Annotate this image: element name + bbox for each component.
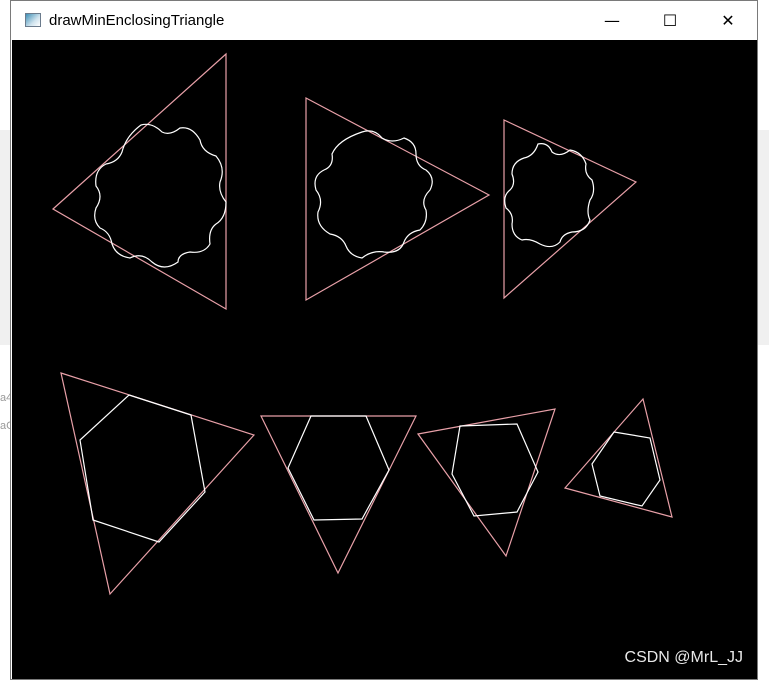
enclosing-triangle — [260, 415, 417, 575]
image-window: drawMinEnclosingTriangle — ☐ ✕ CSDN @MrL… — [10, 0, 758, 680]
gear-contour — [504, 143, 595, 248]
maximize-button[interactable]: ☐ — [641, 1, 699, 39]
enclosing-triangle — [503, 119, 638, 300]
image-svg — [51, 52, 673, 596]
enclosing-triangle — [60, 372, 256, 596]
window-controls: — ☐ ✕ — [583, 1, 757, 39]
hexagon-contour — [451, 423, 539, 517]
hexagon-contour — [287, 415, 390, 521]
window-title: drawMinEnclosingTriangle — [49, 11, 225, 29]
close-button[interactable]: ✕ — [699, 1, 757, 39]
maximize-icon: ☐ — [662, 10, 678, 30]
csdn-watermark: CSDN @MrL_JJ — [624, 649, 743, 666]
opencv-window-icon — [25, 13, 41, 27]
image-canvas[interactable]: CSDN @MrL_JJ — [12, 40, 757, 679]
enclosing-triangle — [416, 408, 556, 558]
enclosing-triangle — [563, 397, 673, 518]
hexagon-contour — [591, 431, 661, 507]
minimize-button[interactable]: — — [583, 1, 641, 39]
hexagon-contour — [79, 394, 206, 543]
enclosing-triangle — [51, 52, 227, 311]
minimize-icon: — — [604, 10, 620, 30]
enclosing-triangle — [305, 97, 491, 302]
close-icon: ✕ — [721, 10, 735, 30]
title-bar[interactable]: drawMinEnclosingTriangle — ☐ ✕ — [11, 1, 757, 39]
gear-contour — [94, 123, 227, 268]
gear-contour — [314, 130, 433, 259]
